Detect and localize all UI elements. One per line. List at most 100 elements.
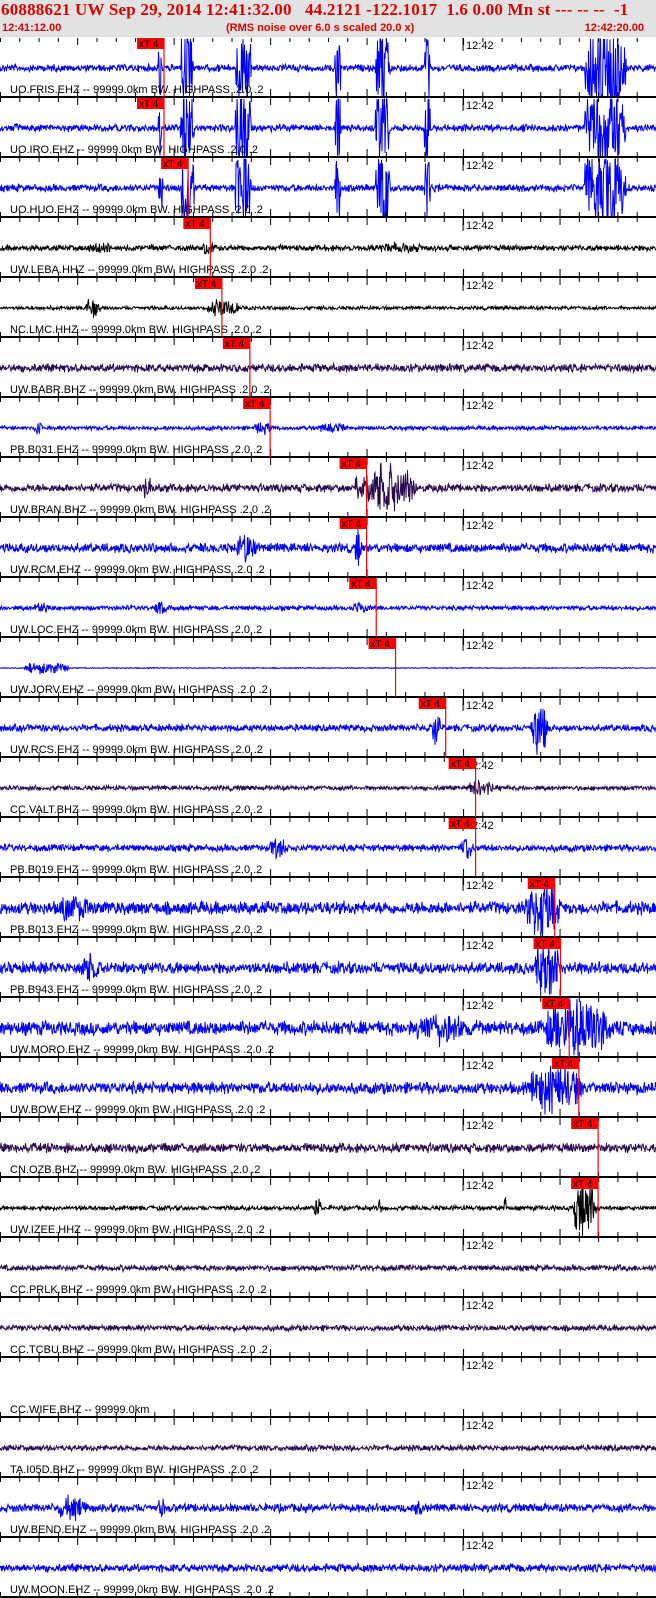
minute-label: 12:42: [466, 1240, 494, 1252]
trace-row[interactable]: 12:42 UW.RCM.EHZ -- 99999.0km BW. HIGHPAS…: [0, 518, 656, 578]
trace-row[interactable]: 12:42 UW.IZEE.HHZ -- 99999.0km BW. HIGHPA…: [0, 1178, 656, 1238]
pick-label: xT 4: [573, 1179, 593, 1190]
pick-label: xT 4: [544, 999, 564, 1010]
station-label: PB.B013.EHZ -- 99999.0km BW. HIGHPASS .2…: [10, 924, 262, 936]
station-label: PB.B019.EHZ -- 99999.0km BW. HIGHPASS .2…: [10, 864, 262, 876]
trace-row[interactable]: 12:42 UW.LOC.EHZ -- 99999.0km BW. HIGHPAS…: [0, 578, 656, 638]
minute-label: 12:42: [466, 1180, 494, 1192]
pick-label: xT 4: [451, 819, 471, 830]
waveform-trace: [0, 662, 656, 675]
station-label: UW.RCS.EHZ -- 99999.0km BW. HIGHPASS .2.…: [10, 744, 263, 756]
minute-label: 12:42: [466, 340, 494, 352]
trace-row[interactable]: 12:42 UW.BABR.BHZ -- 99999.0km BW. HIGHPA…: [0, 338, 656, 398]
pick-label: xT 4: [351, 579, 371, 590]
station-label: UW.LOC.EHZ -- 99999.0km BW. HIGHPASS .2.…: [10, 624, 262, 636]
trace-row[interactable]: 12:42 UO.IRO.EHZ -- 99999.0km BW. HIGHPAS…: [0, 98, 656, 159]
trace-row[interactable]: 12:42 PB.B943.EHZ -- 99999.0km BW. HIGHPA…: [0, 938, 656, 998]
pick-label: xT 4: [139, 39, 159, 50]
station-label: UO.FRIS.EHZ -- 99999.0km BW. HIGHPASS .2…: [10, 84, 263, 96]
minute-label: 12:42: [466, 640, 494, 652]
minute-label: 12:42: [466, 400, 494, 412]
station-label: UW.IZEE.HHZ -- 99999.0km BW. HIGHPASS .2…: [10, 1224, 265, 1236]
minute-label: 12:42: [466, 100, 494, 112]
minute-label: 12:42: [466, 880, 494, 892]
waveform-trace: [0, 601, 656, 615]
trace-row[interactable]: 12:42 UW.BRAN.BHZ -- 99999.0km BW. HIGHPA…: [0, 458, 656, 518]
minute-label: 12:42: [466, 1120, 494, 1132]
event-title: 60888621 UW Sep 29, 2014 12:41:32.00 44.…: [1, 0, 629, 19]
pick-label: xT 4: [245, 399, 265, 410]
minute-label: 12:42: [466, 160, 494, 172]
trace-row[interactable]: 12:42 UW.MORO.EHZ -- 99999.0km BW. HIGHPA…: [0, 998, 656, 1058]
station-label: CC.TCBU.BHZ -- 99999.0km BW. HIGHPASS .2…: [10, 1344, 268, 1356]
pick-label: xT 4: [371, 639, 391, 650]
end-time: 12:42:20.00: [584, 22, 644, 34]
trace-row[interactable]: 12:42 NC.LMC.HHZ -- 99999.0km BW. HIGHPAS…: [0, 278, 656, 338]
station-label: UW.LEBA.HHZ -- 99999.0km BW. HIGHPASS .2…: [10, 264, 268, 276]
waveform-trace: [0, 1141, 656, 1155]
waveform-trace: [0, 1562, 656, 1574]
minute-label: 12:42: [466, 280, 494, 292]
station-label: UW.JORV.EHZ -- 99999.0km BW. HIGHPASS .2…: [10, 684, 268, 696]
trace-row[interactable]: 12:42 UW.BEND.EHZ -- 99999.0km BW. HIGHPA…: [0, 1478, 656, 1538]
start-time: 12:41:12.00: [2, 22, 62, 34]
pick-label: xT 4: [225, 339, 245, 350]
pick-label: xT 4: [139, 99, 159, 110]
minute-label: 12:42: [466, 1480, 494, 1492]
waveform-trace: [0, 422, 656, 436]
pick-label: xT 4: [554, 1059, 574, 1070]
waveform-trace: [0, 1263, 656, 1274]
minute-label: 12:42: [466, 460, 494, 472]
station-label: PB.B031.EHZ -- 99999.0km BW. HIGHPASS .2…: [10, 444, 262, 456]
trace-row[interactable]: 12:42 TA.I05D.BHZ -- 99999.0km BW. HIGHPA…: [0, 1418, 656, 1478]
trace-row[interactable]: 12:42 CC.PRLK.BHZ -- 99999.0km BW. HIGHPA…: [0, 1238, 656, 1298]
trace-row[interactable]: 12:42 UW.JORV.EHZ -- 99999.0km BW. HIGHPA…: [0, 638, 656, 698]
minute-label: 12:42: [466, 40, 494, 52]
pick-label: xT 4: [451, 759, 471, 770]
trace-row[interactable]: 12:42 CC.WIFE.BHZ -- 99999.0km: [0, 1358, 656, 1418]
trace-row[interactable]: 12:42 PB.B013.EHZ -- 99999.0km BW. HIGHPA…: [0, 878, 656, 938]
pick-label: xT 4: [342, 519, 362, 530]
station-label: TA.I05D.BHZ -- 99999.0km BW. HIGHPASS .2…: [10, 1464, 258, 1476]
minute-label: 12:42: [466, 1360, 494, 1372]
station-label: UW.BRAN.BHZ -- 99999.0km BW. HIGHPASS .2…: [10, 504, 270, 516]
trace-row[interactable]: 12:42 CC.TCBU.BHZ -- 99999.0km BW. HIGHPA…: [0, 1298, 656, 1358]
trace-row[interactable]: 12:42 UW.MOON.EHZ -- 99999.0km BW. HIGHPA…: [0, 1538, 656, 1598]
station-label: UW.BEND.EHZ -- 99999.0km BW. HIGHPASS .2…: [10, 1524, 270, 1536]
pick-label: xT 4: [421, 699, 441, 710]
waveform-trace: [0, 362, 656, 375]
waveform-trace: [0, 1323, 656, 1334]
trace-row[interactable]: 12:42 UW.RCS.EHZ -- 99999.0km BW. HIGHPAS…: [0, 698, 656, 758]
minute-label: 12:42: [466, 220, 494, 232]
trace-row[interactable]: 12:42 UW.BOW.EHZ -- 99999.0km BW. HIGHPAS…: [0, 1058, 656, 1118]
seismogram-panel: 12:42 UO.FRIS.EHZ -- 99999.0km BW. HIGHPA…: [0, 38, 656, 1598]
station-label: NC.LMC.HHZ -- 99999.0km BW. HIGHPASS .2.…: [10, 324, 262, 336]
trace-row[interactable]: 12:42 PB.B031.EHZ -- 99999.0km BW. HIGHPA…: [0, 398, 656, 458]
minute-label: 12:42: [466, 1420, 494, 1432]
trace-row[interactable]: 12:42 CN.OZB.BHZ -- 99999.0km BW. HIGHPAS…: [0, 1118, 656, 1178]
pick-label: xT 4: [573, 1119, 593, 1130]
station-label: UW.MORO.EHZ -- 99999.0km BW. HIGHPASS .2…: [10, 1044, 274, 1056]
station-label: CC.PRLK.BHZ -- 99999.0km BW. HIGHPASS .2…: [10, 1284, 267, 1296]
station-label: UW.BABR.BHZ -- 99999.0km BW. HIGHPASS .2…: [10, 384, 270, 396]
station-label: UW.RCM.EHZ -- 99999.0km BW. HIGHPASS .2.…: [10, 564, 265, 576]
trace-row[interactable]: 12:42 UO.HUO.EHZ -- 99999.0km BW. HIGHPAS…: [0, 157, 656, 218]
trace-row[interactable]: 12:42 UW.LEBA.HHZ -- 99999.0km BW. HIGHPA…: [0, 218, 656, 278]
trace-row[interactable]: 12:42CC.VALT.BHZ -- 99999.0km BW. HIGHPA…: [0, 758, 656, 818]
waveform-trace: [0, 838, 656, 860]
trace-row[interactable]: 12:42PB.B019.EHZ -- 99999.0km BW. HIGHPA…: [0, 818, 656, 878]
station-label: PB.B943.EHZ -- 99999.0km BW. HIGHPASS .2…: [10, 984, 262, 996]
station-label: UW.MOON.EHZ -- 99999.0km BW. HIGHPASS .2…: [10, 1584, 274, 1596]
minute-label: 12:42: [466, 520, 494, 532]
minute-label: 12:42: [466, 1540, 494, 1552]
station-label: UO.HUO.EHZ -- 99999.0km BW. HIGHPASS .2.…: [10, 204, 263, 216]
pick-label: xT 4: [342, 459, 362, 470]
minute-label: 12:42: [466, 1000, 494, 1012]
trace-row[interactable]: 12:42 UO.FRIS.EHZ -- 99999.0km BW. HIGHPA…: [0, 38, 656, 98]
waveform-trace: [0, 1443, 656, 1453]
station-label: CC.WIFE.BHZ -- 99999.0km: [10, 1404, 149, 1416]
waveform-trace: [0, 527, 656, 566]
station-label: CC.VALT.BHZ -- 99999.0km BW. HIGHPASS .2…: [10, 804, 262, 816]
minute-label: 12:42: [466, 1060, 494, 1072]
pick-label: xT 4: [185, 219, 205, 230]
